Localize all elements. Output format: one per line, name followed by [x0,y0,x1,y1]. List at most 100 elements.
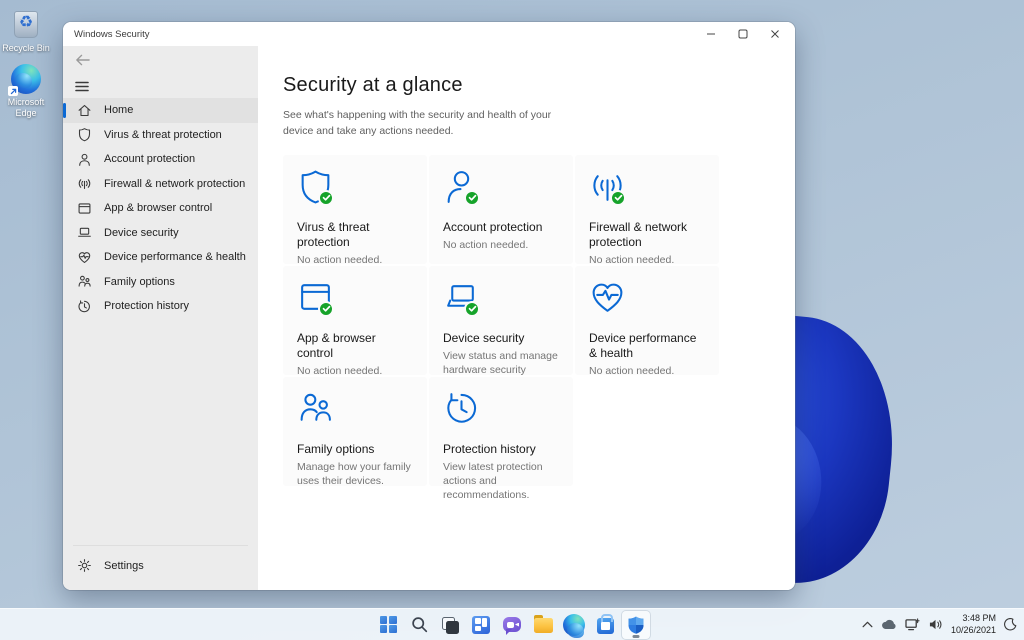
settings-label: Settings [104,560,144,572]
back-arrow-icon [75,54,90,66]
history-icon [443,390,480,427]
sidebar-item-label: Protection history [104,300,189,312]
sidebar-divider [73,545,248,546]
close-button[interactable] [759,22,791,46]
gear-icon [77,558,92,573]
network-tray-button[interactable] [905,618,920,631]
desktop-icon-label: Recycle Bin [0,43,53,54]
shortcut-arrow-icon [8,86,18,96]
recycle-bin-icon: ♻ [10,8,42,40]
green-check-icon [464,190,480,206]
card-title: Device security [443,331,559,346]
card-firewall-network-protection[interactable]: Firewall & network protection No action … [575,155,719,264]
person-icon [77,152,92,167]
sidebar-item-virus-threat-protection[interactable]: Virus & threat protection [63,123,258,148]
sidebar: Home Virus & threat protection Account p… [63,46,258,590]
card-device-performance-health[interactable]: Device performance & health No action ne… [575,266,719,375]
card-description: No action needed. [443,238,559,252]
start-button[interactable] [374,611,402,639]
volume-tray-button[interactable] [928,618,943,631]
green-check-icon [318,301,334,317]
card-title: Device performance & health [589,331,705,361]
sidebar-item-home[interactable]: Home [63,98,258,123]
store-button[interactable] [591,611,619,639]
sidebar-item-settings[interactable]: Settings [63,554,258,579]
taskbar: 3:48 PM 10/26/2021 [0,608,1024,640]
card-description: No action needed. [589,253,705,267]
desktop-icon-recycle-bin[interactable]: ♻ Recycle Bin [0,8,53,54]
tray-date: 10/26/2021 [951,625,996,637]
windows-security-window: Windows Security Home [63,22,795,590]
card-description: Manage how your family uses their device… [297,460,413,488]
history-icon [77,299,92,314]
widgets-icon [472,616,490,634]
sidebar-item-label: Home [104,104,133,116]
tray-expand-button[interactable] [862,621,873,628]
file-explorer-icon [534,618,553,633]
security-card-grid: Virus & threat protection No action need… [283,155,795,486]
close-icon [770,29,780,39]
search-button[interactable] [405,611,433,639]
card-title: Firewall & network protection [589,220,705,250]
card-family-options[interactable]: Family options Manage how your family us… [283,377,427,486]
windows-security-taskbar-button[interactable] [622,611,650,639]
titlebar[interactable]: Windows Security [63,22,795,46]
sidebar-item-device-performance-health[interactable]: Device performance & health [63,245,258,270]
window-title: Windows Security [74,29,150,40]
sidebar-item-account-protection[interactable]: Account protection [63,147,258,172]
card-account-protection[interactable]: Account protection No action needed. [429,155,573,264]
sidebar-item-protection-history[interactable]: Protection history [63,294,258,319]
edge-icon [563,614,585,636]
card-device-security[interactable]: Device security View status and manage h… [429,266,573,375]
card-description: No action needed. [297,253,413,267]
cloud-icon [881,619,897,630]
search-icon [411,616,428,633]
moon-icon [1004,618,1017,631]
desktop-icon-microsoft-edge[interactable]: Microsoft Edge [0,64,53,119]
focus-assist-button[interactable] [1004,618,1017,631]
widgets-button[interactable] [467,611,495,639]
onedrive-tray-button[interactable] [881,619,897,630]
maximize-button[interactable] [727,22,759,46]
edge-button[interactable] [560,611,588,639]
sidebar-item-firewall-network-protection[interactable]: Firewall & network protection [63,172,258,197]
back-button[interactable] [72,51,92,69]
card-title: Family options [297,442,413,457]
sidebar-item-app-browser-control[interactable]: App & browser control [63,196,258,221]
card-app-browser-control[interactable]: App & browser control No action needed. [283,266,427,375]
windows-logo-icon [380,616,397,633]
chevron-up-icon [862,621,873,628]
card-protection-history[interactable]: Protection history View latest protectio… [429,377,573,486]
navigation-menu-button[interactable] [72,77,92,95]
edge-icon [11,64,41,94]
file-explorer-button[interactable] [529,611,557,639]
signal-icon [77,176,92,191]
heart-icon [77,250,92,265]
app-window-icon [77,201,92,216]
chat-icon [503,617,521,632]
sidebar-item-device-security[interactable]: Device security [63,221,258,246]
sidebar-item-family-options[interactable]: Family options [63,270,258,295]
windows-security-shield-icon [626,615,646,635]
card-virus-threat-protection[interactable]: Virus & threat protection No action need… [283,155,427,264]
green-check-icon [464,301,480,317]
page-subtitle: See what's happening with the security a… [283,108,575,140]
clock[interactable]: 3:48 PM 10/26/2021 [951,613,996,636]
speaker-icon [928,618,943,631]
sidebar-item-label: Virus & threat protection [104,129,222,141]
desktop-icon-label: Microsoft Edge [0,97,53,119]
sidebar-item-label: Device performance & health [104,251,246,263]
sidebar-item-label: App & browser control [104,202,212,214]
page-title: Security at a glance [283,74,795,97]
minimize-icon [706,29,716,39]
task-view-icon [436,611,464,639]
task-view-button[interactable] [436,611,464,639]
home-icon [77,103,92,118]
sidebar-item-label: Family options [104,276,175,288]
hamburger-icon [75,81,89,92]
network-icon [905,618,920,631]
chat-button[interactable] [498,611,526,639]
card-title: Account protection [443,220,559,235]
tray-time: 3:48 PM [951,613,996,625]
minimize-button[interactable] [695,22,727,46]
